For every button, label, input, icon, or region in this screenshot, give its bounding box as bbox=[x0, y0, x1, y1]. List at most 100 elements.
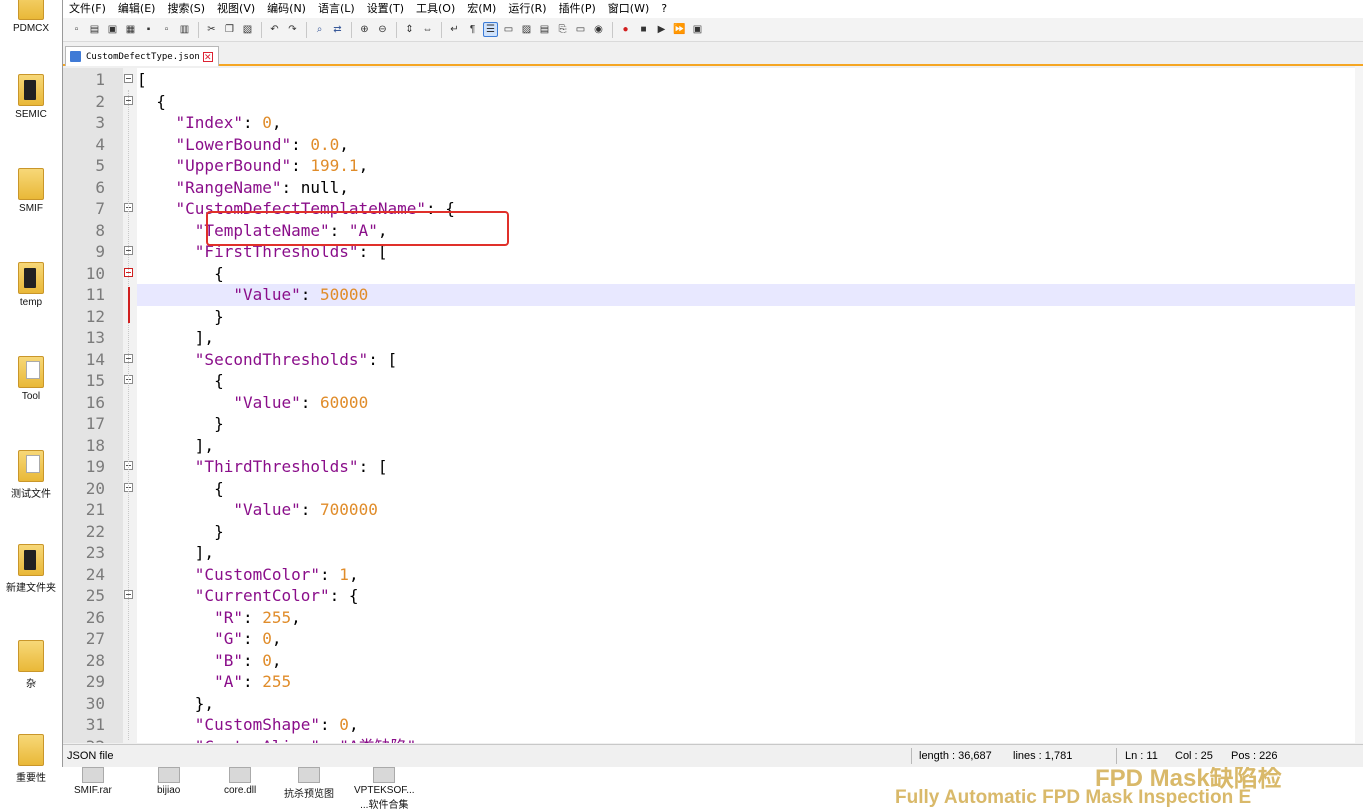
stop-macro-icon[interactable]: ■ bbox=[636, 22, 651, 37]
undo-icon[interactable]: ↶ bbox=[267, 22, 282, 37]
column-position-label: Col : 25 bbox=[1175, 750, 1213, 762]
code-line[interactable]: 3 "Index": 0, bbox=[63, 112, 1363, 134]
code-line[interactable]: 19 "ThirdThresholds": [ bbox=[63, 456, 1363, 478]
launch-icon[interactable]: ⎘ bbox=[555, 22, 570, 37]
desktop-file-item[interactable]: bijiao bbox=[157, 767, 180, 796]
zoom-in-icon[interactable]: ⊕ bbox=[357, 22, 372, 37]
record-macro-icon[interactable]: ● bbox=[618, 22, 633, 37]
find-icon[interactable]: ⌕ bbox=[312, 22, 327, 37]
desktop-file-item[interactable]: SMIF.rar bbox=[74, 767, 112, 796]
code-line[interactable]: 14 "SecondThresholds": [ bbox=[63, 349, 1363, 371]
paste-icon[interactable]: ▧ bbox=[240, 22, 255, 37]
code-line[interactable]: 25 "CurrentColor": { bbox=[63, 585, 1363, 607]
code-text: { bbox=[137, 478, 224, 498]
code-line[interactable]: 13 ], bbox=[63, 327, 1363, 349]
tab-custom-defect-type[interactable]: CustomDefectType.json ✕ bbox=[65, 46, 219, 66]
sync-horizontal-icon[interactable]: ⇔ bbox=[420, 22, 435, 37]
desktop-icon[interactable]: 重要性 bbox=[0, 734, 62, 784]
code-line[interactable]: 26 "R": 255, bbox=[63, 607, 1363, 629]
line-number: 14 bbox=[85, 349, 105, 369]
toolbar-separator bbox=[351, 21, 352, 38]
menu-item-6[interactable]: 设置(T) bbox=[361, 0, 410, 18]
redo-icon[interactable]: ↷ bbox=[285, 22, 300, 37]
menu-item-7[interactable]: 工具(O) bbox=[410, 0, 461, 18]
code-line[interactable]: 32 "CustomAlias": "A类缺陷", bbox=[63, 736, 1363, 744]
word-wrap-icon[interactable]: ↵ bbox=[447, 22, 462, 37]
code-line[interactable]: 15 { bbox=[63, 370, 1363, 392]
menu-item-4[interactable]: 编码(N) bbox=[261, 0, 312, 18]
code-line[interactable]: 21 "Value": 700000 bbox=[63, 499, 1363, 521]
code-line[interactable]: 10 { bbox=[63, 263, 1363, 285]
code-line[interactable]: 24 "CustomColor": 1, bbox=[63, 564, 1363, 586]
cut-icon[interactable]: ✂ bbox=[204, 22, 219, 37]
code-line[interactable]: 27 "G": 0, bbox=[63, 628, 1363, 650]
code-line[interactable]: 23 ], bbox=[63, 542, 1363, 564]
fold-toggle-icon[interactable] bbox=[124, 74, 133, 83]
code-line[interactable]: 4 "LowerBound": 0.0, bbox=[63, 134, 1363, 156]
code-line[interactable]: 12 } bbox=[63, 306, 1363, 328]
code-line[interactable]: 30 }, bbox=[63, 693, 1363, 715]
code-editor[interactable]: 1[2 {3 "Index": 0, 4 "LowerBound": 0.0, 5 … bbox=[63, 68, 1363, 743]
zoom-out-icon[interactable]: ⊖ bbox=[375, 22, 390, 37]
code-line[interactable]: 22 } bbox=[63, 521, 1363, 543]
open-file-icon[interactable]: ▤ bbox=[87, 22, 102, 37]
menu-item-1[interactable]: 编辑(E) bbox=[112, 0, 162, 18]
desktop-icon[interactable]: SMIF bbox=[0, 168, 62, 214]
desktop-icon[interactable]: 测试文件 bbox=[0, 450, 62, 500]
menu-item-8[interactable]: 宏(M) bbox=[461, 0, 502, 18]
menu-item-0[interactable]: 文件(F) bbox=[63, 0, 112, 18]
function-list-icon[interactable]: ▭ bbox=[501, 22, 516, 37]
desktop-icon[interactable]: 新建文件夹 bbox=[0, 544, 62, 594]
desktop-file-label: SMIF.rar bbox=[74, 785, 112, 796]
desktop-icon[interactable]: temp bbox=[0, 262, 62, 308]
code-line[interactable]: 31 "CustomShape": 0, bbox=[63, 714, 1363, 736]
code-line[interactable]: 20 { bbox=[63, 478, 1363, 500]
code-text: "B": 0, bbox=[214, 650, 282, 670]
new-file-icon[interactable]: ▫ bbox=[69, 22, 84, 37]
desktop-file-item[interactable]: VPTEKSOF... ...软件合集 bbox=[354, 767, 415, 811]
sync-vertical-icon[interactable]: ⇕ bbox=[402, 22, 417, 37]
menu-item-9[interactable]: 运行(R) bbox=[502, 0, 552, 18]
desktop-icon[interactable]: 杂 bbox=[0, 640, 62, 690]
code-line[interactable]: 1[ bbox=[63, 69, 1363, 91]
monitor-icon[interactable]: ▭ bbox=[573, 22, 588, 37]
replace-icon[interactable]: ⇄ bbox=[330, 22, 345, 37]
indent-guide-icon[interactable]: ☰ bbox=[483, 22, 498, 37]
vertical-scrollbar[interactable] bbox=[1355, 66, 1363, 743]
save-icon[interactable]: ▣ bbox=[105, 22, 120, 37]
menu-item-12[interactable]: ? bbox=[655, 0, 673, 18]
play-macro-icon[interactable]: ▶ bbox=[654, 22, 669, 37]
folder-workspace-icon[interactable]: ▤ bbox=[537, 22, 552, 37]
desktop-icon[interactable]: PDMCX bbox=[0, 0, 62, 34]
print-icon[interactable]: ▥ bbox=[177, 22, 192, 37]
doc-map-icon[interactable]: ▨ bbox=[519, 22, 534, 37]
run-multiple-macro-icon[interactable]: ⏩ bbox=[672, 22, 687, 37]
code-line[interactable]: 5 "UpperBound": 199.1, bbox=[63, 155, 1363, 177]
menu-item-2[interactable]: 搜索(S) bbox=[161, 0, 211, 18]
code-line[interactable]: 2 { bbox=[63, 91, 1363, 113]
close-file-icon[interactable]: ▪ bbox=[141, 22, 156, 37]
code-line[interactable]: 29 "A": 255 bbox=[63, 671, 1363, 693]
menu-item-3[interactable]: 视图(V) bbox=[211, 0, 261, 18]
desktop-icon[interactable]: Tool bbox=[0, 356, 62, 402]
show-all-chars-icon[interactable]: ¶ bbox=[465, 22, 480, 37]
desktop-file-item[interactable]: core.dll bbox=[224, 767, 256, 796]
desktop-icon[interactable]: SEMIC bbox=[0, 74, 62, 120]
save-all-icon[interactable]: ▦ bbox=[123, 22, 138, 37]
code-line[interactable]: 17 } bbox=[63, 413, 1363, 435]
code-line[interactable]: 28 "B": 0, bbox=[63, 650, 1363, 672]
close-all-icon[interactable]: ▫ bbox=[159, 22, 174, 37]
menu-item-10[interactable]: 插件(P) bbox=[553, 0, 602, 18]
code-line[interactable]: 11 "Value": 50000 bbox=[86, 284, 1363, 306]
menu-item-5[interactable]: 语言(L) bbox=[312, 0, 361, 18]
code-line[interactable]: 16 "Value": 60000 bbox=[63, 392, 1363, 414]
folder-icon bbox=[18, 450, 44, 482]
preview-icon[interactable]: ◉ bbox=[591, 22, 606, 37]
code-line[interactable]: 6 "RangeName": null, bbox=[63, 177, 1363, 199]
code-line[interactable]: 18 ], bbox=[63, 435, 1363, 457]
save-macro-icon[interactable]: ▣ bbox=[690, 22, 705, 37]
copy-icon[interactable]: ❐ bbox=[222, 22, 237, 37]
menu-item-11[interactable]: 窗口(W) bbox=[602, 0, 655, 18]
desktop-file-item[interactable]: 抗杀预览图 bbox=[284, 767, 334, 800]
close-icon[interactable]: ✕ bbox=[202, 51, 213, 62]
